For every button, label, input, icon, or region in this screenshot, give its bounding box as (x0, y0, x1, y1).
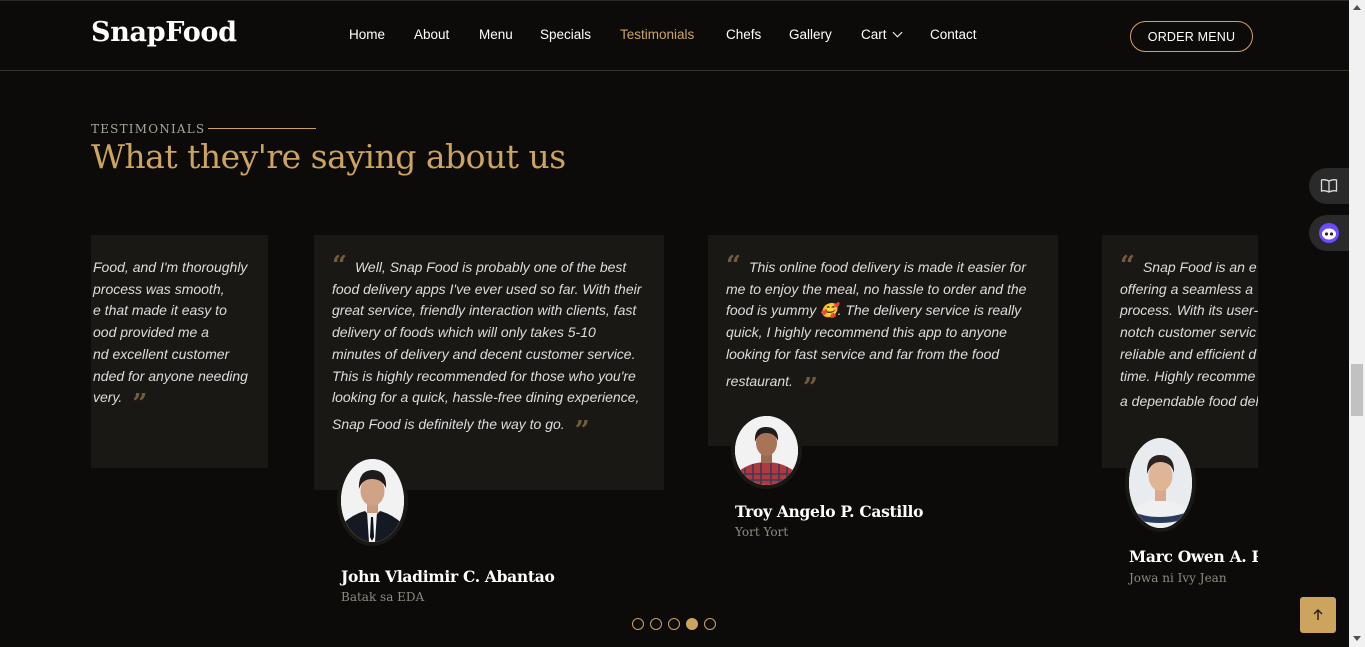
nav-testimonials[interactable]: Testimonials (620, 27, 694, 42)
pagination-dot[interactable] (632, 618, 644, 630)
quote-line: food delivery apps I've ever used so far… (332, 280, 642, 297)
quote-line: e that made it easy to (93, 302, 227, 319)
close-quote-icon: ” (574, 415, 590, 446)
nav-contact[interactable]: Contact (930, 27, 977, 42)
person-photo (341, 459, 404, 542)
quote-line: great service, friendly interaction with… (332, 302, 637, 319)
close-quote-icon: ” (802, 372, 818, 403)
reader-tool-button[interactable] (1309, 168, 1349, 204)
nav-chefs[interactable]: Chefs (726, 27, 761, 42)
quote-line: process was smooth, (93, 280, 225, 297)
nav-cart[interactable]: Cart (861, 27, 902, 42)
quote-line: very. (93, 389, 123, 406)
quote-line: notch customer servic (1120, 324, 1257, 341)
quote-line: restaurant. (726, 372, 793, 389)
quote-line: process. With its user- (1120, 302, 1258, 319)
quote-line: Snap Food is definitely the way to go. (332, 415, 565, 432)
pagination-dot-active[interactable] (686, 618, 698, 630)
open-quote-icon: “ (726, 251, 741, 281)
nav-home[interactable]: Home (349, 27, 385, 42)
nav-specials[interactable]: Specials (540, 27, 591, 42)
quote-line: quick, I highly recommend this app to an… (726, 324, 1007, 341)
quote-line: offering a seamless a (1120, 280, 1254, 297)
quote-line: ood provided me a (93, 324, 209, 341)
quote-line: food is yummy 🥰. The delivery service is… (726, 302, 1022, 319)
scroll-up-arrow-icon[interactable] (1353, 5, 1361, 10)
avatar (337, 455, 408, 546)
quote-line: looking for fast service and far from th… (726, 345, 1000, 362)
testimonial-author: Troy Angelo P. Castillo (735, 502, 924, 521)
open-quote-icon: “ (332, 251, 347, 281)
chevron-down-icon (892, 27, 902, 38)
testimonial-role: Batak sa EDA (341, 590, 425, 604)
assistant-tool-button[interactable] (1309, 215, 1349, 251)
testimonial-role: Jowa ni Ivy Jean (1129, 571, 1227, 585)
assistant-bot-icon (1319, 223, 1339, 243)
site-header: SnapFood Home About Menu Specials Testim… (0, 0, 1349, 71)
quote-line: reliable and efficient d (1120, 345, 1257, 362)
testimonial-quote: Food, and I'm thoroughly process was smo… (93, 257, 268, 420)
section-label: TESTIMONIALS (91, 122, 206, 136)
testimonial-quote: “ This online food delivery is made it ea… (726, 251, 1051, 403)
quote-line: a dependable food del (1120, 393, 1258, 410)
person-photo (735, 416, 798, 485)
quote-line: minutes of delivery and decent customer … (332, 345, 636, 362)
testimonial-author: John Vladimir C. Abantao (341, 567, 555, 586)
site-logo[interactable]: SnapFood (91, 17, 237, 48)
scrollbar-thumb[interactable] (1351, 364, 1363, 416)
pagination-dot[interactable] (704, 618, 716, 630)
person-photo (1129, 438, 1192, 528)
testimonial-author: Marc Owen A. Pal (1129, 547, 1258, 566)
close-quote-icon: ” (132, 389, 148, 420)
nav-gallery[interactable]: Gallery (789, 27, 832, 42)
quote-line: nded for anyone needing (93, 367, 248, 384)
nav-about[interactable]: About (414, 27, 449, 42)
quote-line: looking for a quick, hassle-free dining … (332, 389, 640, 406)
section-title: What they're saying about us (91, 137, 566, 176)
nav-menu[interactable]: Menu (479, 27, 513, 42)
section-label-divider (208, 128, 316, 129)
arrow-up-icon (1313, 608, 1323, 620)
quote-line: delivery of foods which will only takes … (332, 324, 596, 341)
pagination-dot[interactable] (668, 618, 680, 630)
open-quote-icon: “ (1120, 251, 1135, 281)
pagination-dot[interactable] (650, 618, 662, 630)
quote-line: Snap Food is an e (1142, 259, 1257, 275)
avatar (1125, 434, 1196, 532)
quote-line: Well, Snap Food is probably one of the b… (354, 259, 627, 275)
order-menu-button[interactable]: ORDER MENU (1130, 21, 1253, 52)
nav-cart-label: Cart (861, 27, 887, 42)
testimonials-slider[interactable]: Food, and I'm thoroughly process was smo… (91, 230, 1258, 620)
quote-line: me to enjoy the meal, no hassle to order… (726, 280, 1027, 297)
quote-line: time. Highly recomme (1120, 367, 1256, 384)
page-scrollbar[interactable] (1349, 0, 1365, 647)
slider-pagination (632, 618, 716, 631)
scroll-down-arrow-icon[interactable] (1353, 636, 1361, 641)
avatar (731, 412, 802, 489)
book-icon (1320, 179, 1338, 193)
testimonial-quote: “ Snap Food is an e offering a seamless a… (1120, 251, 1258, 413)
quote-line: This is highly recommended for those who… (332, 367, 636, 384)
back-to-top-button[interactable] (1300, 597, 1336, 633)
quote-line: Food, and I'm thoroughly (93, 259, 248, 275)
testimonial-quote: “ Well, Snap Food is probably one of the … (332, 251, 657, 446)
quote-line: This online food delivery is made it eas… (748, 259, 1026, 275)
quote-line: nd excellent customer (93, 345, 230, 362)
testimonial-role: Yort Yort (735, 525, 789, 539)
